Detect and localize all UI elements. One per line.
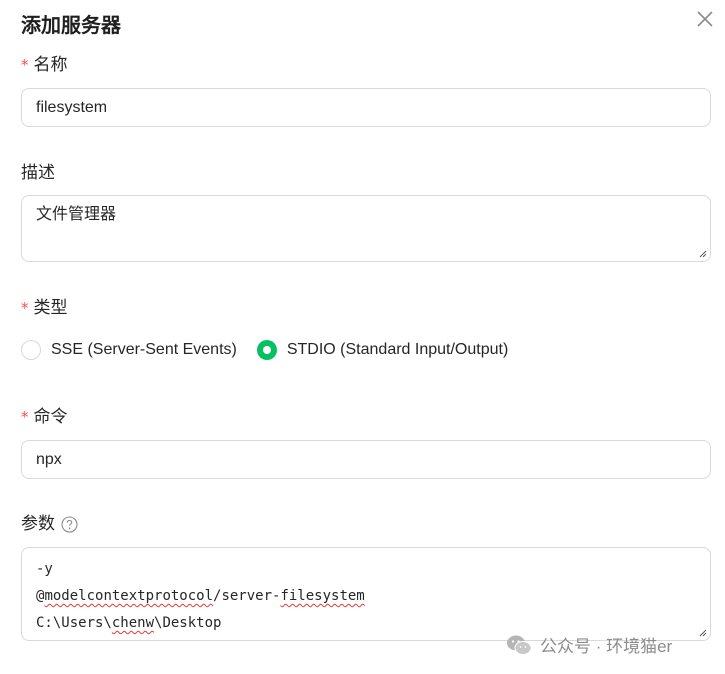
- type-label-text: 类型: [33, 298, 68, 317]
- description-label: 描述: [21, 161, 55, 185]
- type-radio-group: SSE (Server-Sent Events) STDIO (Standard…: [21, 340, 508, 360]
- description-label-text: 描述: [21, 163, 55, 182]
- args-line-text: -y: [36, 561, 53, 577]
- args-line-mid: \Desktop: [154, 615, 222, 631]
- args-line-mid: /server-: [213, 588, 281, 604]
- args-line-prefix: C:\Users\: [36, 615, 112, 631]
- command-label-text: 命令: [33, 407, 68, 426]
- radio-stdio[interactable]: STDIO (Standard Input/Output): [256, 340, 508, 360]
- watermark-text: 公众号 · 环境猫er: [540, 637, 673, 656]
- args-line: @modelcontextprotocol/server-filesystem: [36, 583, 696, 610]
- args-line: -y: [36, 556, 696, 583]
- wechat-logo-icon: [506, 634, 532, 656]
- resize-handle-icon[interactable]: [697, 248, 707, 258]
- radio-unchecked-icon[interactable]: [21, 340, 41, 360]
- question-circle-icon[interactable]: [61, 515, 78, 533]
- spellcheck-word: filesystem: [280, 588, 365, 604]
- args-label: 参数: [21, 512, 78, 536]
- name-label: * 名称: [21, 53, 68, 77]
- name-input-value: filesystem: [36, 99, 108, 116]
- name-input[interactable]: filesystem: [21, 88, 711, 127]
- type-label: * 类型: [21, 296, 68, 320]
- description-textarea[interactable]: 文件管理器: [21, 195, 711, 262]
- radio-sse-label[interactable]: SSE (Server-Sent Events): [51, 341, 237, 359]
- required-mark: *: [21, 56, 29, 74]
- spellcheck-word: modelcontextprotocol: [44, 588, 214, 604]
- command-input[interactable]: npx: [21, 440, 711, 479]
- resize-handle-icon[interactable]: [697, 627, 707, 637]
- required-mark: *: [21, 408, 29, 426]
- spellcheck-word: chenw: [111, 615, 155, 631]
- command-input-value: npx: [36, 451, 62, 468]
- required-mark: *: [21, 299, 29, 317]
- args-textarea[interactable]: -y @modelcontextprotocol/server-filesyst…: [21, 547, 711, 641]
- add-server-dialog: 添加服务器 * 名称 filesystem 描述 文件管理器 * 类型 SSE …: [0, 0, 725, 674]
- name-label-text: 名称: [33, 55, 68, 74]
- close-icon[interactable]: [694, 8, 716, 30]
- dialog-title: 添加服务器: [21, 15, 121, 37]
- command-label: * 命令: [21, 405, 68, 429]
- args-label-text: 参数: [21, 514, 55, 533]
- watermark: 公众号 · 环境猫er: [506, 632, 672, 657]
- radio-sse[interactable]: SSE (Server-Sent Events): [21, 340, 237, 360]
- description-textarea-value: 文件管理器: [36, 206, 117, 223]
- radio-stdio-label[interactable]: STDIO (Standard Input/Output): [287, 341, 508, 359]
- radio-checked-icon[interactable]: [256, 340, 277, 360]
